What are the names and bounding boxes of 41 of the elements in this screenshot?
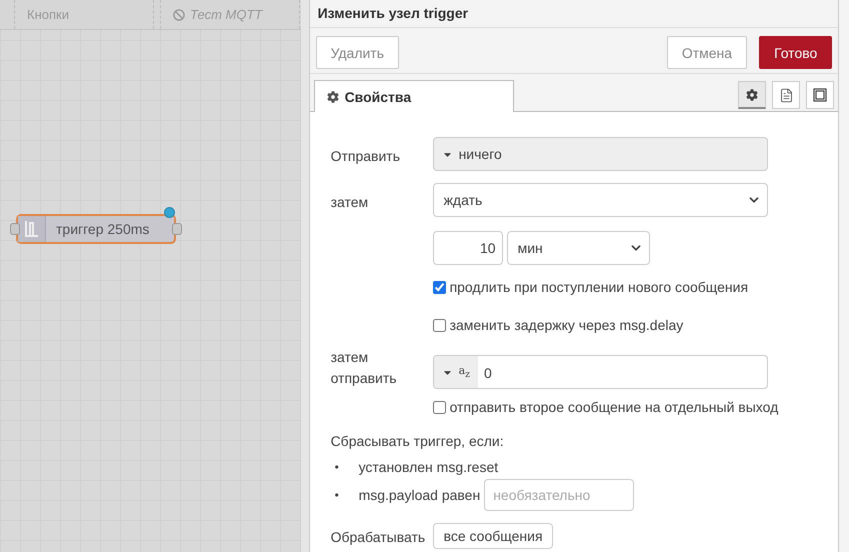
send-type-menu[interactable]: ничего (432, 137, 768, 171)
frame-icon (812, 87, 828, 103)
then-select[interactable]: ждать (432, 183, 768, 217)
editor-button[interactable]: Удалить (316, 36, 400, 69)
checkbox-label: заменить задержку через msg.delay (450, 317, 684, 333)
checkbox-label: продлить при поступлении нового сообщения (450, 279, 748, 295)
tab-icon-button[interactable] (772, 81, 800, 109)
tab-icon-button[interactable] (806, 81, 834, 109)
list-text: msg.payload равен (358, 487, 480, 503)
properties-tab[interactable]: Свойства (314, 80, 514, 112)
node-label: триггер 250ms (55, 221, 150, 237)
input-port[interactable] (10, 223, 20, 235)
field-label: затем отправить (330, 348, 398, 388)
handle-select[interactable]: все сообщения (432, 523, 553, 549)
settings-icon (326, 90, 339, 102)
field-label: Отправить (330, 147, 401, 166)
list-text: установлен msg.reset (358, 459, 498, 475)
delay-input[interactable]: 10 (432, 231, 503, 265)
checkbox[interactable] (432, 280, 446, 294)
editor-title: Изменить узел trigger (310, 0, 838, 28)
pulse-icon (24, 220, 40, 238)
tab-label: Свойства (344, 88, 412, 104)
checkbox[interactable] (432, 400, 446, 414)
payload-input[interactable]: необязательно (484, 479, 634, 511)
checkbox[interactable] (432, 318, 446, 332)
bullet: • (334, 488, 340, 502)
type-glyph: a$_{z}$ (458, 364, 470, 380)
field-label: Обрабатывать (330, 528, 426, 547)
disabled-icon (173, 8, 185, 20)
unit-select[interactable]: мин (506, 231, 650, 265)
bullet: • (334, 460, 340, 474)
field-label: затем (330, 193, 370, 212)
reset-heading: Сбрасывать триггер, если: (330, 433, 505, 449)
trigger-node[interactable]: триггер 250ms (16, 214, 176, 244)
editor-button[interactable]: Отмена (666, 36, 748, 69)
document-icon (778, 88, 794, 102)
tab-icon-button[interactable] (738, 81, 766, 109)
done-button[interactable]: Готово (759, 36, 832, 69)
settings-icon (746, 88, 758, 100)
checkbox-label: отправить второе сообщение на отдельный выход (450, 399, 778, 415)
then-send-input[interactable]: a$_{z}$ 0 (432, 355, 768, 389)
